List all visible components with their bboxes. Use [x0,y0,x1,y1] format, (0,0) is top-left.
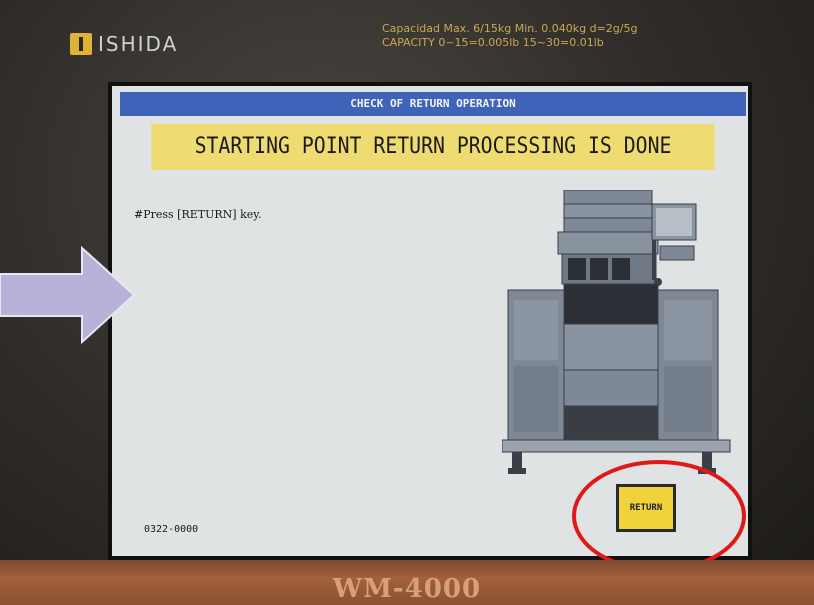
instruction-text: #Press [RETURN] key. [134,208,262,221]
highlight-circle-icon [572,460,746,572]
capacity-label: Capacidad Max. 6/15kg Min. 0.040kg d=2g/… [382,22,637,50]
model-label: WM-4000 [332,574,482,604]
brand-name: ISHIDA [98,32,179,56]
pointer-arrow-icon [0,245,136,345]
screen-title: CHECK OF RETURN OPERATION [120,92,746,116]
capacity-line-1: Capacidad Max. 6/15kg Min. 0.040kg d=2g/… [382,22,638,35]
ishida-logo-icon [70,33,92,55]
screen-code: 0322-0000 [144,524,199,535]
capacity-line-2: CAPACITY 0~15=0.005lb 15~30=0.01lb [382,36,604,49]
status-banner: STARTING POINT RETURN PROCESSING IS DONE [151,124,715,170]
machine-illustration-icon [502,190,731,474]
